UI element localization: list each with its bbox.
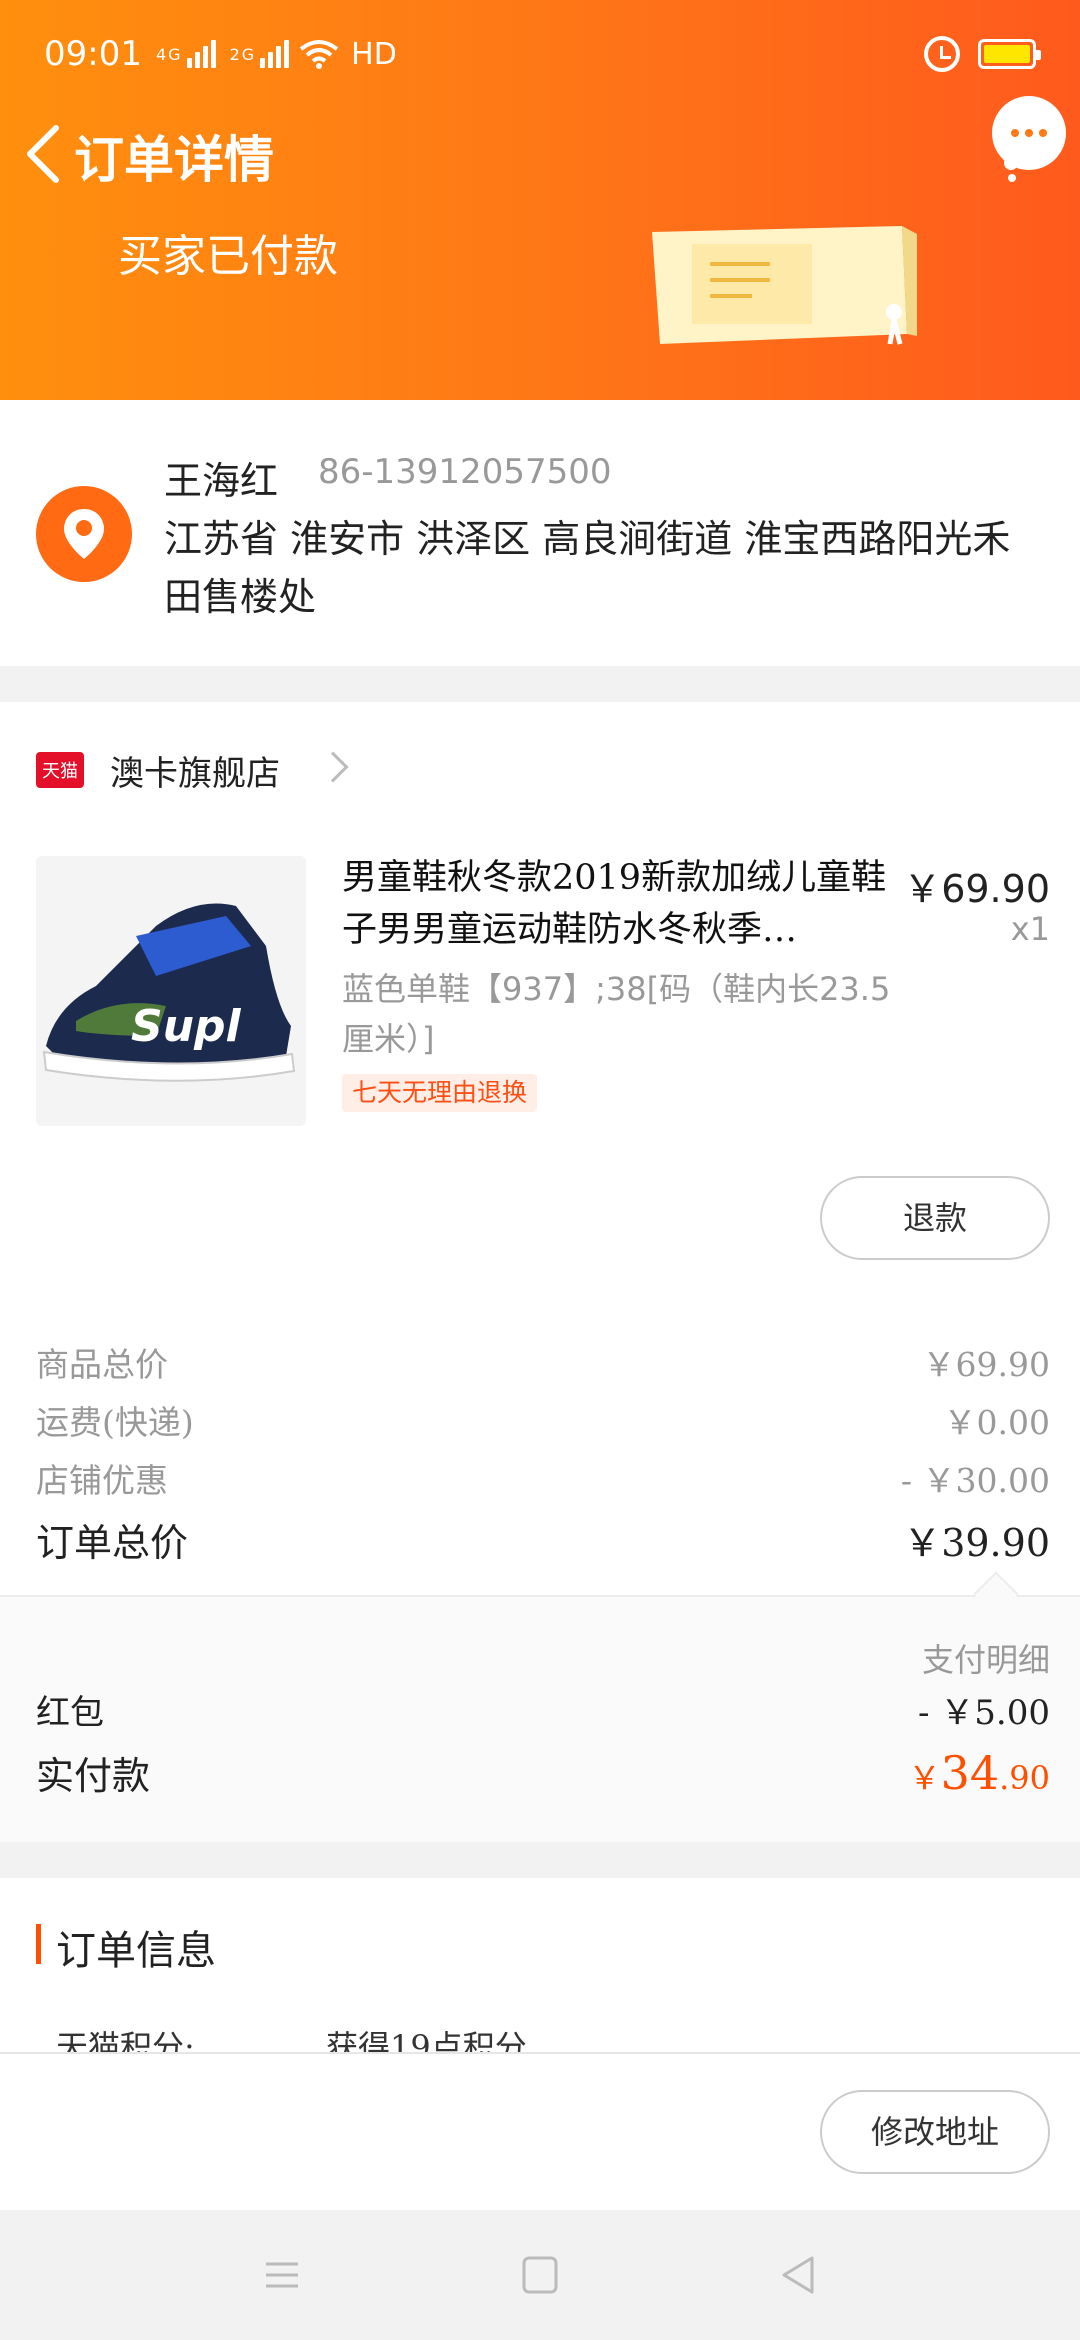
summary-value: ￥0.00 <box>943 1403 1050 1442</box>
home-square-icon[interactable] <box>510 2250 570 2300</box>
network-2g-label: 2G <box>229 44 257 64</box>
summary-row: 店铺优惠 - ￥30.00 <box>36 1454 1050 1502</box>
order-total-value: ￥39.90 <box>903 1521 1050 1565</box>
section-accent-bar <box>36 1924 41 1964</box>
page-title: 订单详情 <box>74 130 274 189</box>
red-packet-row: 红包 - ￥5.00 <box>36 1685 1050 1734</box>
recipient-name: 王海红 <box>164 459 279 503</box>
back-triangle-icon[interactable] <box>768 2250 828 2300</box>
order-info-card: 订单信息 天猫积分: 获得19点积分 <box>0 1878 1080 2066</box>
payment-details: 支付明细 红包 - ￥5.00 实付款 ￥34.90 <box>0 1595 1080 1842</box>
payment-detail-label[interactable]: 支付明细 <box>922 1635 1050 1681</box>
paid-decimal: .90 <box>999 1759 1050 1797</box>
paid-integer: 34 <box>940 1746 1000 1800</box>
battery-icon <box>978 39 1041 69</box>
bottom-action-bar: 修改地址 <box>0 2052 1080 2210</box>
address-card[interactable]: 王海红 86-13912057500 江苏省 淮安市 洪泽区 高良涧街道 淮宝西… <box>0 400 1080 666</box>
order-total-label: 订单总价 <box>36 1521 189 1565</box>
svg-text:Supl: Supl <box>131 1001 242 1052</box>
summary-value: ￥69.90 <box>922 1345 1050 1384</box>
package-illustration <box>652 226 917 345</box>
summary-label: 运费(快递) <box>36 1403 194 1442</box>
product-quantity: x1 <box>1010 910 1050 948</box>
return-policy-badge: 七天无理由退换 <box>342 1074 538 1112</box>
summary-value: - ￥30.00 <box>900 1461 1050 1500</box>
more-chat-tail <box>1004 156 1018 170</box>
order-info-title: 订单信息 <box>56 1928 216 1974</box>
chevron-right-icon[interactable] <box>317 751 349 783</box>
shop-name[interactable]: 澳卡旗舰店 <box>110 746 280 795</box>
paid-row: 实付款 ￥34.90 <box>36 1745 1050 1800</box>
system-nav-bar <box>0 2210 1080 2340</box>
alarm-icon <box>924 36 960 72</box>
refund-button[interactable]: 退款 <box>820 1176 1050 1260</box>
more-chat-icon[interactable] <box>992 96 1066 170</box>
product-title[interactable]: 男童鞋秋冬款2019新款加绒儿童鞋子男男童运动鞋防水冬秋季… <box>342 852 902 956</box>
header: 09:01 4G 2G HD 订单详情 买家已付款 <box>0 0 1080 400</box>
paid-amount: ￥34.90 <box>909 1746 1050 1800</box>
summary-row: 运费(快递) ￥0.00 <box>36 1396 1050 1444</box>
paid-currency: ￥ <box>908 1759 941 1797</box>
order-status: 买家已付款 <box>118 231 338 282</box>
wifi-icon <box>299 40 339 69</box>
tmall-badge-icon: 天猫 <box>36 752 84 788</box>
signal-icon <box>260 40 290 68</box>
status-time: 09:01 <box>44 34 142 74</box>
summary-label: 商品总价 <box>36 1345 168 1384</box>
back-chevron-icon[interactable] <box>22 124 62 184</box>
recipient-phone: 86-13912057500 <box>318 452 612 492</box>
product-price: ￥69.90 <box>903 867 1050 911</box>
hd-label: HD <box>351 36 397 72</box>
network-4g-label: 4G <box>155 44 183 64</box>
product-image[interactable]: Supl <box>36 856 306 1126</box>
recipient-address: 江苏省 淮安市 洪泽区 高良涧街道 淮宝西路阳光禾田售楼处 <box>164 517 1011 619</box>
more-chat-tail <box>1008 174 1016 182</box>
paid-label: 实付款 <box>36 1754 151 1798</box>
signal-icon <box>186 40 216 68</box>
order-total-row: 订单总价 ￥39.90 <box>36 1512 1050 1567</box>
location-pin-icon <box>36 486 132 582</box>
summary-row: 商品总价 ￥69.90 <box>36 1338 1050 1386</box>
status-bar: 09:01 4G 2G HD <box>44 28 1041 80</box>
modify-address-button[interactable]: 修改地址 <box>820 2090 1050 2174</box>
order-card: 天猫 澳卡旗舰店 Supl 男童鞋秋冬款2019新款加绒儿童鞋子男男童运动鞋防水… <box>0 702 1080 1842</box>
summary-label: 店铺优惠 <box>36 1461 168 1500</box>
menu-icon[interactable] <box>252 2250 312 2300</box>
red-packet-label: 红包 <box>36 1693 104 1733</box>
red-packet-value: - ￥5.00 <box>918 1693 1050 1733</box>
product-sku: 蓝色单鞋【937】;38[码（鞋内长23.5厘米）] <box>342 970 891 1058</box>
